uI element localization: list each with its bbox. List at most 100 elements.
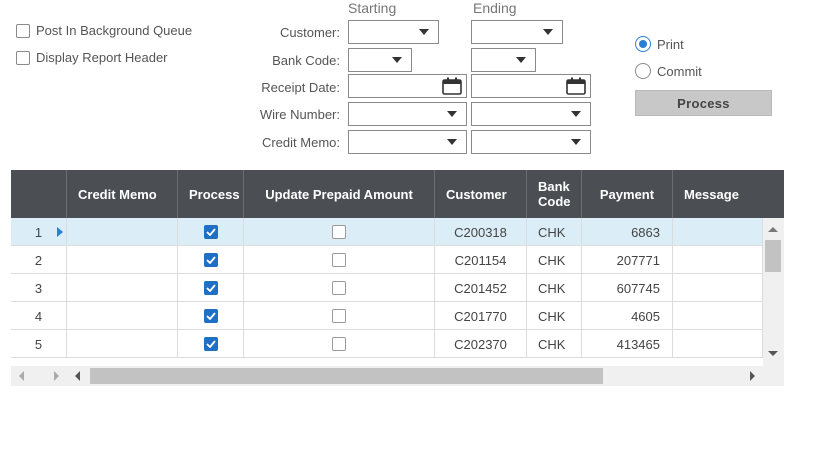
chevron-down-icon xyxy=(516,57,526,63)
process-checkbox[interactable] xyxy=(203,225,218,239)
bank-code-header[interactable]: Bank Code xyxy=(527,170,582,218)
grid-body: 1 C200318 CHK 6863 2 C201154 CHK 207771 3 C201452… xyxy=(11,218,763,364)
cell-payment[interactable]: 4605 xyxy=(582,302,673,330)
checkmark-icon xyxy=(205,340,216,348)
cell-customer[interactable]: C200318 xyxy=(435,218,527,246)
bank-code-label: Bank Code: xyxy=(272,53,340,68)
calendar-icon[interactable] xyxy=(442,77,462,95)
cell-message[interactable] xyxy=(673,330,763,358)
commit-radio[interactable]: Commit xyxy=(635,63,702,79)
bank-code-ending-select[interactable] xyxy=(471,48,536,72)
cell-payment[interactable]: 413465 xyxy=(582,330,673,358)
cell-bank-code[interactable]: CHK xyxy=(527,218,582,246)
radio-ring[interactable] xyxy=(635,63,651,79)
wire-number-ending-select[interactable] xyxy=(471,102,591,126)
scroll-right-icon[interactable] xyxy=(54,371,59,381)
wire-number-starting-select[interactable] xyxy=(348,102,467,126)
cell-bank-code[interactable]: CHK xyxy=(527,302,582,330)
update-prepaid-checkbox[interactable] xyxy=(332,309,346,323)
scroll-left-icon[interactable] xyxy=(75,371,80,381)
chevron-down-icon xyxy=(392,57,402,63)
cell-customer[interactable]: C201452 xyxy=(435,274,527,302)
bank-code-starting-select[interactable] xyxy=(348,48,412,72)
display-report-header-checkbox[interactable]: Display Report Header xyxy=(16,50,168,65)
cell-bank-code[interactable]: CHK xyxy=(527,274,582,302)
cell-num: 3 xyxy=(11,274,67,302)
cell-update-prepaid xyxy=(244,246,435,274)
calendar-icon[interactable] xyxy=(566,77,586,95)
print-radio[interactable]: Print xyxy=(635,36,684,52)
table-row[interactable]: 1 C200318 CHK 6863 xyxy=(11,218,763,246)
cell-credit-memo[interactable] xyxy=(67,302,178,330)
cell-message[interactable] xyxy=(673,246,763,274)
credit-memo-label: Credit Memo: xyxy=(261,135,340,150)
cell-customer[interactable]: C202370 xyxy=(435,330,527,358)
horizontal-scrollbar[interactable] xyxy=(11,366,763,386)
customer-header[interactable]: Customer xyxy=(435,170,527,218)
cell-customer[interactable]: C201154 xyxy=(435,246,527,274)
process-checkbox[interactable] xyxy=(203,281,218,295)
message-header[interactable]: Message xyxy=(673,170,784,218)
cell-process xyxy=(178,302,244,330)
receipts-grid: Credit Memo Process Update Prepaid Amoun… xyxy=(11,170,784,386)
radio-ring[interactable] xyxy=(635,36,651,52)
table-row[interactable]: 2 C201154 CHK 207771 xyxy=(11,246,763,274)
table-row[interactable]: 3 C201452 CHK 607745 xyxy=(11,274,763,302)
vertical-scroll-thumb[interactable] xyxy=(765,240,781,272)
process-header[interactable]: Process xyxy=(178,170,244,218)
cell-message[interactable] xyxy=(673,302,763,330)
update-prepaid-amount-header[interactable]: Update Prepaid Amount xyxy=(244,170,435,218)
cell-credit-memo[interactable] xyxy=(67,274,178,302)
cell-credit-memo[interactable] xyxy=(67,330,178,358)
table-row[interactable]: 4 C201770 CHK 4605 xyxy=(11,302,763,330)
checkmark-icon xyxy=(205,256,216,264)
scroll-right-end-icon[interactable] xyxy=(750,371,755,381)
table-row[interactable]: 5 C202370 CHK 413465 xyxy=(11,330,763,358)
process-checkbox[interactable] xyxy=(203,337,218,351)
scroll-down-icon[interactable] xyxy=(768,351,778,356)
update-prepaid-checkbox[interactable] xyxy=(332,225,346,239)
update-prepaid-checkbox[interactable] xyxy=(332,337,346,351)
cell-credit-memo[interactable] xyxy=(67,218,178,246)
checkmark-icon xyxy=(205,284,216,292)
process-button[interactable]: Process xyxy=(635,90,772,116)
cell-bank-code[interactable]: CHK xyxy=(527,330,582,358)
cell-credit-memo[interactable] xyxy=(67,246,178,274)
process-checkbox[interactable] xyxy=(203,253,218,267)
cell-message[interactable] xyxy=(673,218,763,246)
receipt-date-starting-input[interactable] xyxy=(348,74,467,98)
checkbox-box[interactable] xyxy=(16,23,30,38)
update-prepaid-checkbox[interactable] xyxy=(332,281,346,295)
process-checkbox[interactable] xyxy=(203,309,218,323)
horizontal-scroll-thumb[interactable] xyxy=(90,368,603,384)
receipt-date-ending-input[interactable] xyxy=(471,74,591,98)
cell-update-prepaid xyxy=(244,274,435,302)
cell-update-prepaid xyxy=(244,302,435,330)
customer-ending-select[interactable] xyxy=(471,20,563,44)
scroll-first-icon[interactable] xyxy=(19,371,24,381)
checkbox-box[interactable] xyxy=(16,50,30,65)
credit-memo-starting-select[interactable] xyxy=(348,130,467,154)
cell-process xyxy=(178,218,244,246)
cell-message[interactable] xyxy=(673,274,763,302)
cell-payment[interactable]: 6863 xyxy=(582,218,673,246)
cell-num: 2 xyxy=(11,246,67,274)
chevron-down-icon xyxy=(447,139,457,145)
cell-bank-code[interactable]: CHK xyxy=(527,246,582,274)
chevron-down-icon xyxy=(543,29,553,35)
credit-memo-header[interactable]: Credit Memo xyxy=(67,170,178,218)
print-label: Print xyxy=(657,36,684,52)
checkmark-icon xyxy=(205,312,216,320)
cell-payment[interactable]: 207771 xyxy=(582,246,673,274)
credit-memo-ending-select[interactable] xyxy=(471,130,591,154)
vertical-scrollbar[interactable] xyxy=(763,218,784,364)
payment-header[interactable]: Payment xyxy=(582,170,673,218)
cell-process xyxy=(178,274,244,302)
cell-process xyxy=(178,246,244,274)
customer-starting-select[interactable] xyxy=(348,20,439,44)
update-prepaid-checkbox[interactable] xyxy=(332,253,346,267)
scroll-up-icon[interactable] xyxy=(768,227,778,232)
cell-customer[interactable]: C201770 xyxy=(435,302,527,330)
cell-payment[interactable]: 607745 xyxy=(582,274,673,302)
post-in-background-queue-checkbox[interactable]: Post In Background Queue xyxy=(16,23,192,38)
